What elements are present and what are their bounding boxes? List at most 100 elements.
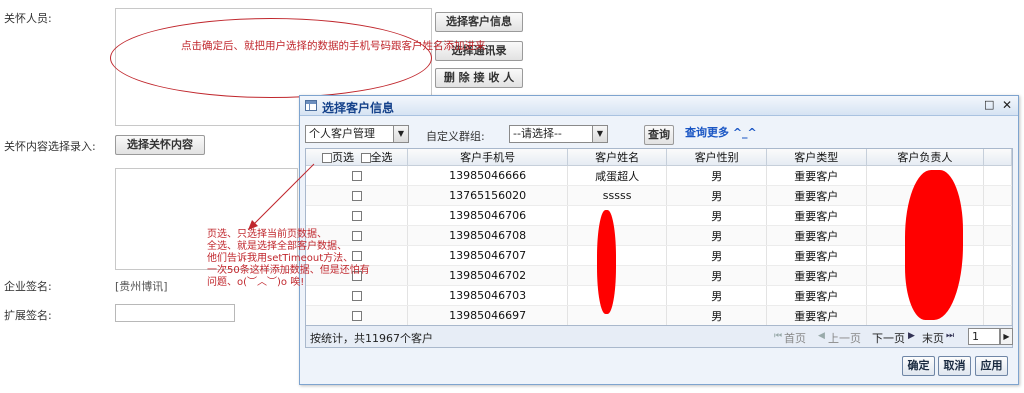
customer-type-select-value: 个人客户管理 xyxy=(309,127,375,140)
cell-gender: 男 xyxy=(666,185,767,206)
query-more-link[interactable]: 查询更多 ^_^ xyxy=(685,124,757,140)
table-icon xyxy=(305,100,317,111)
go-page-icon[interactable]: ▶ xyxy=(1000,328,1013,345)
cell-type: 重要客户 xyxy=(766,285,867,306)
table-row[interactable]: 13985046703 男重要客户 xyxy=(306,285,1012,306)
cell-phone: 13985046666 xyxy=(407,165,568,186)
annotation-side-line: 他们告诉我用setTimeout方法、 xyxy=(207,253,354,264)
chevron-down-icon: ▼ xyxy=(393,126,408,142)
cell-gender: 男 xyxy=(666,305,767,325)
customer-type-select[interactable]: 个人客户管理 ▼ xyxy=(305,125,409,143)
cell-type: 重要客户 xyxy=(766,245,867,266)
enterprise-sign-label: 企业签名: xyxy=(4,280,52,293)
prev-page-link[interactable]: 上一页 xyxy=(828,330,861,346)
maximize-icon[interactable]: □ xyxy=(984,98,994,112)
first-page-link[interactable]: 首页 xyxy=(784,330,806,346)
row-checkbox[interactable] xyxy=(351,311,362,321)
next-page-icon: ▶ xyxy=(908,331,915,341)
cell-name xyxy=(567,205,668,226)
header-type[interactable]: 客户类型 xyxy=(766,149,867,166)
care-content-label: 关怀内容选择录入: xyxy=(4,140,96,153)
annotation-arrow xyxy=(248,163,315,230)
cell-type: 重要客户 xyxy=(766,225,867,246)
row-checkbox[interactable] xyxy=(351,171,362,181)
first-page-icon: ⏮ xyxy=(774,331,783,341)
pager-summary: 按统计，共11967个客户 xyxy=(310,332,433,345)
next-page-link[interactable]: 下一页 xyxy=(872,330,905,346)
annotation-side-line: 全选、就是选择全部客户数据、 xyxy=(207,241,347,252)
cell-name xyxy=(567,245,668,266)
header-phone[interactable]: 客户手机号 xyxy=(407,149,568,166)
confirm-button[interactable]: 确定 xyxy=(902,356,935,376)
cell-gender: 男 xyxy=(666,265,767,286)
cell-gender: 男 xyxy=(666,245,767,266)
cell-phone: 13765156020 xyxy=(407,185,568,206)
pager-bar: 按统计，共11967个客户 ⏮ 首页 ◀ 上一页 下一页 ▶ 末页 ⏭ 1 ▶ xyxy=(305,326,1013,348)
cell-gender: 男 xyxy=(666,205,767,226)
select-all-checkbox[interactable] xyxy=(360,153,371,163)
cell-type: 重要客户 xyxy=(766,205,867,226)
enterprise-sign-value: [贵州博讯] xyxy=(115,280,168,293)
header-select: 页选 全选 xyxy=(306,149,409,166)
header-owner[interactable]: 客户负责人 xyxy=(866,149,985,166)
page-select-label: 页选 xyxy=(332,151,354,164)
cancel-button[interactable]: 取消 xyxy=(938,356,971,376)
select-all-label: 全选 xyxy=(370,151,393,164)
annotation-top-note: 点击确定后、就把用户选择的数据的手机号码跟客户姓名添加进来 xyxy=(181,40,486,52)
select-customer-button[interactable]: 选择客户信息 xyxy=(435,12,523,32)
cell-name xyxy=(567,305,668,325)
prev-page-icon: ◀ xyxy=(818,331,825,341)
last-page-link[interactable]: 末页 xyxy=(922,330,944,346)
extended-sign-label: 扩展签名: xyxy=(4,309,52,322)
dialog-title: 选择客户信息 xyxy=(322,101,395,115)
care-person-label: 关怀人员: xyxy=(4,12,52,25)
extended-sign-input[interactable] xyxy=(115,304,235,322)
dialog-title-bar[interactable]: 选择客户信息 □ ✕ xyxy=(300,96,1018,116)
redaction-owner xyxy=(905,170,963,320)
annotation-side-line: 问题、o(︶︿︶)o 唉! xyxy=(207,277,305,288)
cell-type: 重要客户 xyxy=(766,265,867,286)
annotation-side-note: 页选、只选择当前页数据、 全选、就是选择全部客户数据、 他们告诉我用setTim… xyxy=(207,229,370,289)
cell-type: 重要客户 xyxy=(766,305,867,325)
row-checkbox[interactable] xyxy=(351,191,362,201)
cell-name: sssss xyxy=(567,185,668,206)
last-page-icon: ⏭ xyxy=(946,331,955,341)
table-row[interactable]: 13765156020 sssss 男重要客户 xyxy=(306,185,1012,206)
select-care-content-button[interactable]: 选择关怀内容 xyxy=(115,135,205,155)
table-header-row: 页选 全选 客户手机号 客户姓名 客户性别 客户类型 客户负责人 xyxy=(306,149,1012,166)
cell-phone: 13985046708 xyxy=(407,225,568,246)
group-select[interactable]: --请选择-- ▼ xyxy=(509,125,608,143)
cell-phone: 13985046703 xyxy=(407,285,568,306)
redaction-name xyxy=(597,210,616,314)
cell-name xyxy=(567,225,668,246)
cell-gender: 男 xyxy=(666,225,767,246)
close-icon[interactable]: ✕ xyxy=(1002,98,1012,112)
query-button[interactable]: 查询 xyxy=(644,125,674,145)
annotation-side-line: 一次50条这样添加数据、但是还怕有 xyxy=(207,265,370,276)
header-name[interactable]: 客户姓名 xyxy=(567,149,668,166)
annotation-ellipse xyxy=(110,18,432,98)
cell-name: 咸蛋超人 xyxy=(567,165,668,186)
cell-phone: 13985046706 xyxy=(407,205,568,226)
cell-gender: 男 xyxy=(666,165,767,186)
cell-name xyxy=(567,265,668,286)
table-row[interactable]: 13985046697 男重要客户 xyxy=(306,305,1012,325)
cell-phone: 13985046697 xyxy=(407,305,568,325)
custom-group-label: 自定义群组: xyxy=(426,130,485,143)
chevron-down-icon: ▼ xyxy=(592,126,607,142)
apply-button[interactable]: 应用 xyxy=(975,356,1008,376)
row-checkbox[interactable] xyxy=(351,291,362,301)
page-select-checkbox[interactable] xyxy=(322,153,332,163)
annotation-side-line: 页选、只选择当前页数据、 xyxy=(207,229,327,240)
cell-type: 重要客户 xyxy=(766,165,867,186)
row-checkbox[interactable] xyxy=(351,211,362,221)
delete-recipient-button[interactable]: 删 除 接 收 人 xyxy=(435,68,523,88)
header-gender[interactable]: 客户性别 xyxy=(666,149,767,166)
page-number-input[interactable]: 1 xyxy=(968,328,1000,345)
cell-type: 重要客户 xyxy=(766,185,867,206)
cell-name xyxy=(567,285,668,306)
cell-phone: 13985046707 xyxy=(407,245,568,266)
table-row[interactable]: 13985046666 咸蛋超人男重要客户 xyxy=(306,165,1012,186)
cell-phone: 13985046702 xyxy=(407,265,568,286)
header-filler xyxy=(983,149,1012,166)
